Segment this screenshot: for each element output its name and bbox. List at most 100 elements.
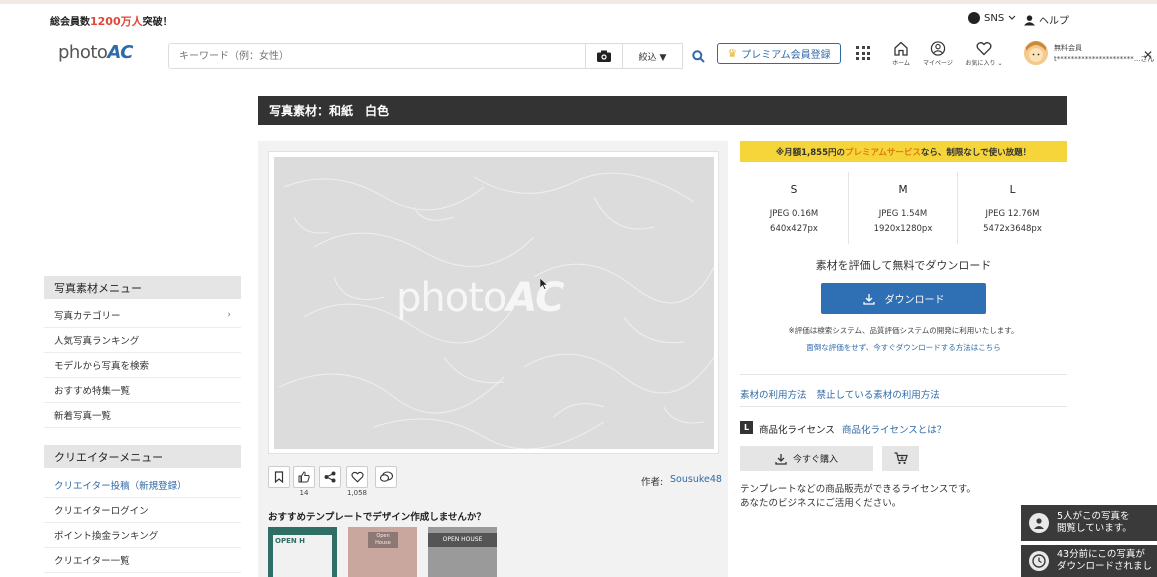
usage-link[interactable]: 素材の利用方法: [740, 390, 807, 401]
help-link[interactable]: ヘルプ: [1024, 12, 1069, 27]
template-thumb-label: OPEN HOUSE: [428, 533, 497, 547]
license-badge: L: [740, 421, 753, 434]
heart-icon: [350, 471, 364, 483]
divider: [740, 406, 1067, 407]
camera-icon: [597, 50, 611, 62]
user-icon: [1024, 14, 1035, 25]
license-desc-line: あなたのビジネスにご活用ください。: [740, 498, 902, 509]
download-icon: [775, 453, 787, 465]
close-icon[interactable]: ✕: [1143, 48, 1153, 62]
sns-label: SNS: [984, 12, 1005, 24]
search-icon: [691, 49, 705, 63]
comment-button[interactable]: [375, 466, 397, 488]
avatar[interactable]: [1024, 41, 1048, 65]
member-count-banner: 総会員数1200万人突破！: [50, 13, 173, 29]
sidebar-item-category[interactable]: 写真カテゴリー ›: [44, 303, 241, 328]
member-prefix: 総会員数: [50, 17, 90, 28]
sidebar-item-creator-list[interactable]: クリエイター一覧: [44, 548, 241, 573]
instant-download-link[interactable]: 面倒な評価をせず、今すぐダウンロードする方法はこちら: [740, 342, 1067, 353]
search-input[interactable]: [168, 43, 586, 69]
sidebar-item-new[interactable]: 新着写真一覧: [44, 403, 241, 428]
divider: [740, 374, 1067, 375]
like-button[interactable]: [293, 466, 315, 488]
template-thumb[interactable]: Open House: [348, 527, 417, 577]
size-option-s[interactable]: S JPEG 0.16M 640x427px: [740, 172, 849, 244]
photo-menu-title: 写真素材メニュー: [44, 276, 241, 299]
viewers-toast: 5人がこの写真を 閲覧しています。: [1021, 505, 1157, 541]
sidebar-item-creator-login[interactable]: クリエイターログイン: [44, 498, 241, 523]
license-desc-line: テンプレートなどの商品販売ができるライセンスです。: [740, 484, 976, 495]
member-count: 1200万人: [90, 15, 143, 28]
search-button[interactable]: [683, 43, 713, 69]
prohibited-usage-link[interactable]: 禁止している素材の利用方法: [817, 390, 940, 401]
bookmark-button[interactable]: [268, 466, 290, 488]
premium-label: プレミアム会員登録: [741, 50, 831, 61]
user-status: 無料会員: [1054, 44, 1082, 52]
chevron-down-icon: [1008, 15, 1016, 20]
rating-note: ※評価は検索システム、品質評価システムの開発に利用いたします。: [788, 326, 1019, 335]
creator-menu-title: クリエイターメニュー: [44, 445, 241, 468]
favorite-button[interactable]: [346, 466, 368, 488]
comment-icon: [379, 471, 393, 482]
home-icon: [894, 41, 908, 56]
nav-favorites-label: お気に入り ⌄: [965, 60, 1003, 67]
recommend-title: おすすめテンプレートでデザイン作成しませんか？: [268, 512, 486, 523]
nav-home[interactable]: ホーム: [881, 41, 921, 67]
site-logo[interactable]: photoAC: [58, 42, 134, 63]
template-thumb[interactable]: OPEN H: [268, 527, 337, 577]
template-thumb-label: OPEN H: [273, 535, 332, 577]
chevron-right-icon: ›: [227, 310, 231, 320]
buy-now-button[interactable]: 今すぐ購入: [740, 446, 873, 471]
sidebar-item-features[interactable]: おすすめ特集一覧: [44, 378, 241, 403]
premium-promo-banner[interactable]: ※月額1,855円の プレミアムサービス なら、制限なしで使い放題！: [740, 141, 1067, 162]
heart-icon: [976, 42, 992, 56]
share-icon: [324, 471, 336, 483]
mouse-cursor-icon: [539, 277, 549, 293]
cart-icon: [894, 452, 908, 465]
buy-now-label: 今すぐ購入: [792, 455, 838, 465]
crown-icon: ♛: [727, 47, 738, 60]
sidebar-item-ranking[interactable]: 人気写真ランキング: [44, 328, 241, 353]
download-button[interactable]: ダウンロード: [821, 283, 986, 314]
download-icon: [862, 293, 875, 305]
sidebar-item-point-ranking[interactable]: ポイント換金ランキング: [44, 523, 241, 548]
user-email: t**********************...さん: [1054, 55, 1155, 63]
member-suffix: 突破！: [142, 17, 173, 28]
nav-favorites[interactable]: お気に入り ⌄: [964, 41, 1004, 67]
template-thumb-label: Open House: [368, 532, 398, 548]
nav-home-label: ホーム: [892, 60, 910, 67]
license-description: テンプレートなどの商品販売ができるライセンスです。 あなたのビジネスにご活用くだ…: [740, 483, 976, 511]
template-thumb[interactable]: OPEN HOUSE: [428, 527, 497, 577]
download-activity-toast: 43分前にこの写真が ダウンロードされまし: [1021, 545, 1157, 577]
download-label: ダウンロード: [884, 295, 945, 306]
usage-links: 素材の利用方法 禁止している素材の利用方法: [740, 387, 950, 401]
nav-mypage[interactable]: マイページ: [918, 41, 958, 67]
help-label: ヘルプ: [1039, 16, 1069, 27]
sidebar-item-creator-signup[interactable]: クリエイター投稿（新規登録）: [44, 473, 241, 498]
user-circle-icon: [930, 41, 946, 56]
size-option-l[interactable]: L JPEG 12.76M 5472x3648px: [958, 172, 1067, 244]
sidebar-item-model-search[interactable]: モデルから写真を検索: [44, 353, 241, 378]
page-title: 写真素材：和紙 白色: [258, 96, 1067, 125]
chat-icon: [968, 12, 980, 24]
watermark: photoAC: [396, 275, 564, 321]
license-info-link[interactable]: 商品化ライセンスとは？: [842, 422, 946, 436]
author-label: 作者:: [641, 477, 664, 488]
add-to-cart-button[interactable]: [882, 446, 919, 471]
bookmark-icon: [274, 471, 284, 483]
download-prompt: 素材を評価して無料でダウンロード: [815, 259, 992, 272]
top-border: [0, 0, 1157, 4]
premium-signup-button[interactable]: ♛ プレミアム会員登録: [717, 43, 841, 64]
sns-menu[interactable]: SNS: [968, 12, 1016, 24]
share-button[interactable]: [319, 466, 341, 488]
filter-dropdown[interactable]: 絞込 ▼: [623, 43, 683, 69]
thumbs-up-icon: [298, 471, 310, 483]
like-count: 14: [299, 489, 309, 497]
author-link[interactable]: Sousuke48: [670, 474, 722, 485]
avatar-face-icon: [1024, 41, 1048, 65]
clock-icon: [1029, 551, 1049, 571]
license-label: 商品化ライセンス: [759, 425, 835, 436]
size-option-m[interactable]: M JPEG 1.54M 1920x1280px: [849, 172, 958, 244]
image-search-button[interactable]: [586, 43, 623, 69]
apps-grid-icon[interactable]: [856, 46, 870, 60]
